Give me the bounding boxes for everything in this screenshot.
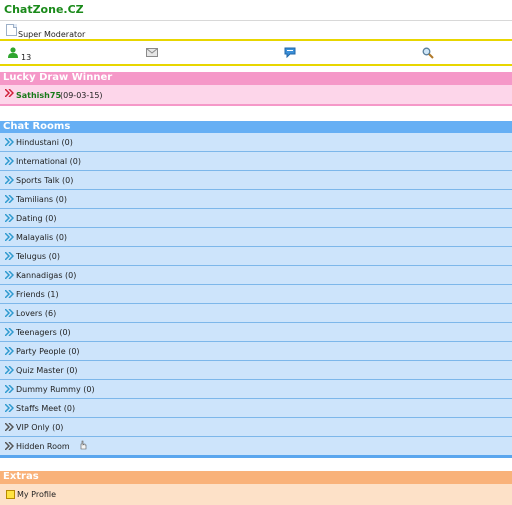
chat-room-item[interactable]: Hidden Room [0,437,512,458]
double-chevron-icon [5,138,14,146]
chat-room-label[interactable]: International (0) [16,157,81,166]
chat-room-item[interactable]: Sports Talk (0) [0,171,512,190]
chat-room-label[interactable]: Party People (0) [16,347,80,356]
divider-toolbar [0,64,512,66]
chat-room-label[interactable]: Lovers (6) [16,309,56,318]
extras-title: Extras [3,471,39,482]
hand-pointer-icon [80,440,87,450]
toolbar: 13 [0,42,512,64]
chat-room-label[interactable]: Malayalis (0) [16,233,67,242]
extras-panel: My Profile [0,484,512,505]
user-role-row: Super Moderator [0,21,512,39]
double-chevron-icon [5,366,14,374]
chat-room-item[interactable]: Quiz Master (0) [0,361,512,380]
double-chevron-icon [5,157,14,165]
messages-button[interactable] [130,42,190,64]
chat-room-item[interactable]: Teenagers (0) [0,323,512,342]
mail-icon [146,48,158,57]
chat-room-label[interactable]: Hidden Room [16,442,70,451]
chat-room-label[interactable]: Dating (0) [16,214,56,223]
double-chevron-icon [5,233,14,241]
double-chevron-icon [5,385,14,393]
double-chevron-icon [5,290,14,298]
double-chevron-icon [5,347,14,355]
broken-image-icon [6,24,17,36]
chat-room-label[interactable]: VIP Only (0) [16,423,63,432]
chat-room-item[interactable]: Party People (0) [0,342,512,361]
my-profile-link[interactable]: My Profile [17,490,56,499]
double-chevron-icon [5,271,14,279]
chat-room-item[interactable]: Staffs Meet (0) [0,399,512,418]
online-users-button[interactable]: 13 [0,42,120,64]
lucky-draw-header: Lucky Draw Winner [0,72,512,85]
double-chevron-icon [5,328,14,336]
search-button[interactable] [410,42,470,64]
chat-room-label[interactable]: Staffs Meet (0) [16,404,75,413]
chat-room-item[interactable]: Hindustani (0) [0,133,512,152]
chat-room-label[interactable]: Teenagers (0) [16,328,71,337]
chat-room-label[interactable]: Telugus (0) [16,252,60,261]
chat-room-label[interactable]: Dummy Rummy (0) [16,385,95,394]
chat-room-item[interactable]: VIP Only (0) [0,418,512,437]
header-bar: ChatZone.CZ [0,0,512,21]
double-chevron-icon [5,423,14,431]
chat-room-item[interactable]: International (0) [0,152,512,171]
chat-rooms-list: Hindustani (0) International (0) Sports Ta… [0,133,512,458]
chat-room-item[interactable]: Dummy Rummy (0) [0,380,512,399]
chat-bubble-icon [284,47,296,58]
chat-room-item[interactable]: Lovers (6) [0,304,512,323]
double-chevron-icon [5,89,14,97]
chat-room-label[interactable]: Friends (1) [16,290,59,299]
profile-icon [6,490,15,499]
site-title[interactable]: ChatZone.CZ [4,3,84,16]
chat-room-label[interactable]: Kannadigas (0) [16,271,76,280]
chat-room-item[interactable]: Friends (1) [0,285,512,304]
chat-room-label[interactable]: Tamilians (0) [16,195,67,204]
chat-room-label[interactable]: Quiz Master (0) [16,366,78,375]
double-chevron-icon [5,442,14,450]
double-chevron-icon [5,214,14,222]
chat-button[interactable] [270,42,330,64]
user-role-label: Super Moderator [18,30,86,39]
double-chevron-icon [5,176,14,184]
online-count: 13 [21,53,32,62]
chat-room-label[interactable]: Hindustani (0) [16,138,73,147]
lucky-draw-title: Lucky Draw Winner [3,72,113,83]
chat-rooms-title: Chat Rooms [3,121,71,132]
lucky-winner-name[interactable]: Sathish75 [16,91,61,100]
double-chevron-icon [5,252,14,260]
divider-top [0,39,512,41]
extras-header: Extras [0,471,512,484]
chat-room-item[interactable]: Tamilians (0) [0,190,512,209]
chat-room-item[interactable]: Malayalis (0) [0,228,512,247]
chat-rooms-header: Chat Rooms [0,121,512,133]
search-icon [422,47,434,59]
double-chevron-icon [5,309,14,317]
lucky-winner-date: (09-03-15) [60,91,103,100]
user-icon [8,47,18,58]
double-chevron-icon [5,195,14,203]
chat-room-item[interactable]: Dating (0) [0,209,512,228]
double-chevron-icon [5,404,14,412]
lucky-draw-panel: Sathish75 (09-03-15) [0,85,512,106]
chat-room-item[interactable]: Kannadigas (0) [0,266,512,285]
chat-room-label[interactable]: Sports Talk (0) [16,176,73,185]
chat-room-item[interactable]: Telugus (0) [0,247,512,266]
